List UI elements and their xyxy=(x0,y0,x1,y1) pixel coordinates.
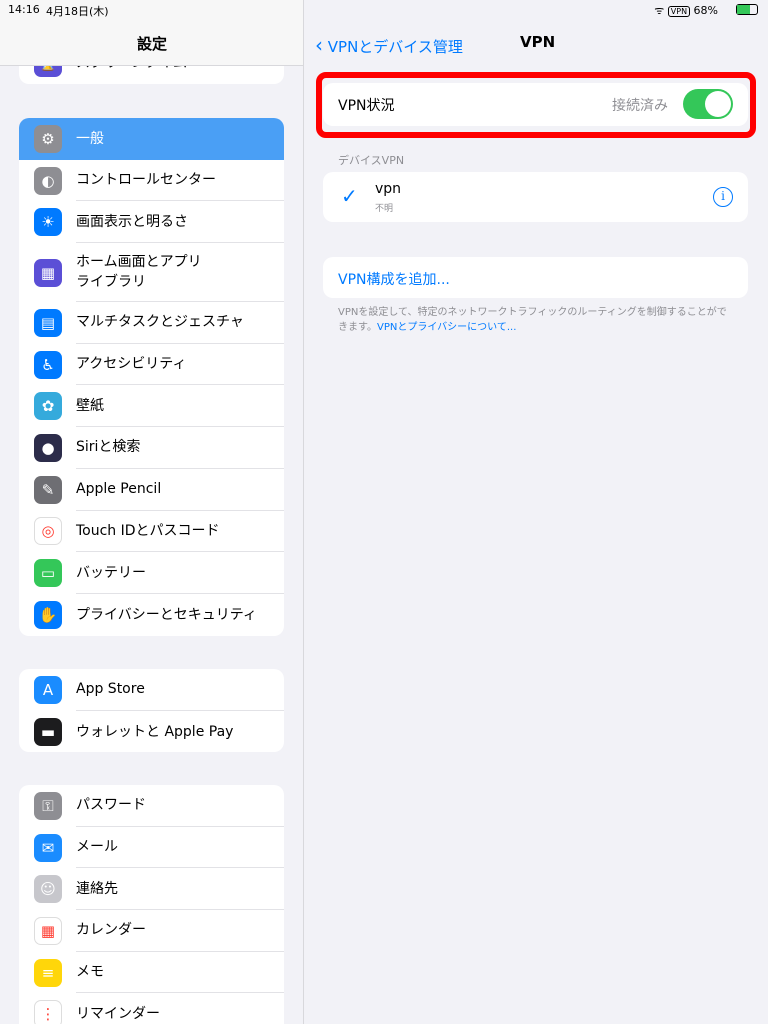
sidebar-item[interactable]: ▬ ウォレットと Apple Pay xyxy=(19,711,284,753)
battery-icon: ▭ xyxy=(34,559,62,588)
status-icons: ᯤ VPN 68% xyxy=(654,3,718,18)
sidebar-item[interactable]: ☺ 連絡先 xyxy=(19,868,284,911)
vpn-toggle[interactable] xyxy=(683,89,733,119)
hand-icon: ✋ xyxy=(34,600,62,629)
vpn-status-value: 接続済み xyxy=(612,98,668,114)
sidebar-item-label: Siriと検索 xyxy=(76,427,284,469)
battery-icon xyxy=(736,4,758,15)
settings-group: ⚿ パスワード ✉ メール ☺ 連絡先 ▦ カレンダー ≡ メモ ⋮ リマインダー xyxy=(19,785,284,1024)
sidebar-item[interactable]: ▤ マルチタスクとジェスチャ xyxy=(19,302,284,344)
sidebar-item[interactable]: ▭ バッテリー xyxy=(19,552,284,594)
sidebar-item-label: ウォレットと Apple Pay xyxy=(76,723,234,740)
sidebar: 14:16 4月18日(木) 設定 ⌛ スクリーンタイム ⚙一般◐コントロールセ… xyxy=(0,0,304,1024)
sidebar-item-label: メール xyxy=(76,827,284,869)
sidebar-item-label: コントロールセンター xyxy=(76,160,284,202)
notes-icon: ≡ xyxy=(34,958,62,987)
gear-icon: ⚙ xyxy=(34,124,62,153)
sidebar-item[interactable]: A App Store xyxy=(19,669,284,711)
sidebar-item-label: メモ xyxy=(76,952,284,994)
sidebar-item-label: リマインダー xyxy=(76,1006,160,1023)
sidebar-item-label: カレンダー xyxy=(76,910,284,952)
detail-pane: ᯤ VPN 68% ‹ VPNとデバイス管理 VPN VPN状況 接続済み デバ… xyxy=(305,0,768,1024)
app-store-icon: A xyxy=(34,675,62,704)
accessibility-icon: ♿ xyxy=(34,350,62,379)
sun-icon: ☀ xyxy=(34,208,62,237)
sidebar-item-label: Apple Pencil xyxy=(76,469,284,511)
flower-icon: ✿ xyxy=(34,392,62,421)
sidebar-item-label: 画面表示と明るさ xyxy=(76,201,284,244)
sidebar-header: 14:16 4月18日(木) 設定 xyxy=(0,0,303,66)
sidebar-item-label: 壁紙 xyxy=(76,385,284,428)
sidebar-item-label: アクセシビリティ xyxy=(76,344,284,386)
privacy-link[interactable]: VPNとプライバシーについて... xyxy=(377,322,516,333)
battery-percent: 68% xyxy=(693,4,718,17)
add-vpn-config-button[interactable]: VPN構成を追加... xyxy=(323,257,748,298)
wifi-icon: ᯤ xyxy=(654,4,665,17)
info-icon[interactable]: i xyxy=(713,187,733,207)
status-date: 4月18日(木) xyxy=(46,5,109,18)
reminders-icon: ⋮ xyxy=(34,1000,62,1024)
vpn-name: vpn xyxy=(375,181,402,197)
wallet-icon: ▬ xyxy=(34,717,62,746)
sidebar-item-label: Touch IDとパスコード xyxy=(76,511,284,553)
multitask-icon: ▤ xyxy=(34,308,62,337)
calendar-icon: ▦ xyxy=(34,916,62,945)
sidebar-item[interactable]: ✉ メール xyxy=(19,827,284,869)
siri-icon: ● xyxy=(34,433,62,462)
sidebar-item-label: マルチタスクとジェスチャ xyxy=(76,302,284,344)
sidebar-item[interactable]: ✿ 壁紙 xyxy=(19,385,284,428)
sidebar-item[interactable]: ☀ 画面表示と明るさ xyxy=(19,201,284,244)
home-grid-icon: ▦ xyxy=(34,258,62,287)
sidebar-item[interactable]: ⚿ パスワード xyxy=(19,785,284,827)
sidebar-title: 設定 xyxy=(136,35,167,53)
vpn-config-row[interactable]: ✓ vpn 不明 i xyxy=(323,172,748,222)
sidebar-item[interactable]: ✋ プライバシーとセキュリティ xyxy=(19,594,284,636)
sidebar-item[interactable]: ⋮ リマインダー xyxy=(19,993,284,1024)
settings-group: A App Store ▬ ウォレットと Apple Pay xyxy=(19,669,284,753)
sidebar-item[interactable]: ≡ メモ xyxy=(19,952,284,994)
sidebar-item[interactable]: ◎ Touch IDとパスコード xyxy=(19,511,284,553)
chevron-left-icon: ‹ xyxy=(315,33,323,57)
pencil-icon: ✎ xyxy=(34,475,62,504)
sidebar-item[interactable]: ✎ Apple Pencil xyxy=(19,469,284,511)
switches-icon: ◐ xyxy=(34,166,62,195)
mail-icon: ✉ xyxy=(34,833,62,862)
sidebar-item[interactable]: ⚙ 一般 xyxy=(19,118,284,160)
vpn-badge: VPN xyxy=(667,6,691,17)
sidebar-item[interactable]: ▦ ホーム画面とアプリ ライブラリ xyxy=(19,243,284,303)
sidebar-item-label: パスワード xyxy=(76,785,284,827)
checkmark-icon: ✓ xyxy=(341,184,358,208)
contacts-icon: ☺ xyxy=(34,875,62,904)
footer-note: VPNを設定して、特定のネットワークトラフィックのルーティングを制御することがで… xyxy=(338,307,727,333)
sidebar-item-label: 一般 xyxy=(76,130,104,147)
key-icon: ⚿ xyxy=(34,791,62,820)
sidebar-item-label: 連絡先 xyxy=(76,868,284,911)
sidebar-item-label: App Store xyxy=(76,669,284,711)
page-title: VPN xyxy=(520,33,556,51)
sidebar-item[interactable]: ● Siriと検索 xyxy=(19,427,284,469)
back-button[interactable]: ‹ VPNとデバイス管理 xyxy=(315,33,463,57)
vpn-sub: 不明 xyxy=(375,204,394,214)
sidebar-item-label: ホーム画面とアプリ ライブラリ xyxy=(76,243,284,303)
sidebar-item[interactable]: ▦ カレンダー xyxy=(19,910,284,952)
sidebar-item-label: プライバシーとセキュリティ xyxy=(76,606,257,623)
sidebar-item-label: バッテリー xyxy=(76,552,284,594)
status-time: 14:16 xyxy=(8,3,40,16)
sidebar-item[interactable]: ♿ アクセシビリティ xyxy=(19,344,284,386)
sidebar-item[interactable]: ◐ コントロールセンター xyxy=(19,160,284,202)
fingerprint-icon: ◎ xyxy=(34,517,62,546)
settings-group: ⚙ 一般 ◐ コントロールセンター ☀ 画面表示と明るさ ▦ ホーム画面とアプリ ライブラリ ▤… xyxy=(19,118,284,636)
section-header: デバイスVPN xyxy=(338,154,405,167)
vpn-status-row: VPN状況 接続済み xyxy=(323,83,748,126)
